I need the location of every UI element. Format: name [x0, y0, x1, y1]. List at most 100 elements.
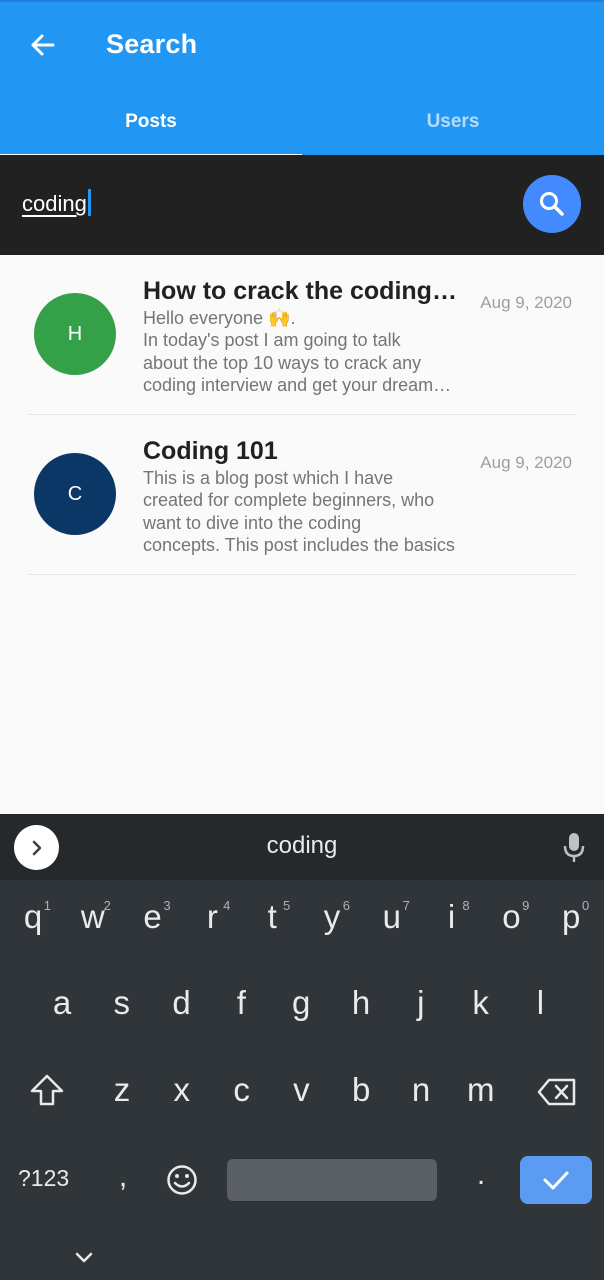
tab-posts[interactable]: Posts [0, 86, 302, 157]
search-bar: coding [0, 155, 604, 255]
space-key[interactable] [227, 1159, 437, 1201]
checkmark-icon [543, 1171, 569, 1190]
key-r[interactable]: r4 [190, 898, 234, 936]
page-title: Search [106, 29, 198, 59]
key-label: c [233, 1071, 250, 1108]
key-p[interactable]: p0 [549, 898, 593, 936]
key-label: v [293, 1071, 310, 1108]
key-hint: 7 [402, 898, 410, 913]
backspace-icon [537, 1078, 576, 1106]
key-o[interactable]: o9 [489, 898, 533, 936]
post-excerpt-line: Hello everyone 🙌. [143, 308, 296, 328]
post-date: Aug 9, 2020 [480, 453, 572, 472]
key-e[interactable]: e3 [131, 898, 175, 936]
key-label: g [292, 984, 311, 1021]
shift-key[interactable] [22, 1073, 72, 1115]
post-list-item[interactable]: C Coding 101 This is a blog post which I… [28, 415, 576, 575]
emoji-icon [167, 1165, 197, 1195]
post-list-item[interactable]: H How to crack the coding interview Hell… [28, 255, 576, 415]
post-excerpt-line: coding interview and get your dream job [143, 374, 455, 395]
key-hint: 9 [522, 898, 530, 913]
key-j[interactable]: j [399, 984, 443, 1022]
key-label: h [351, 984, 371, 1021]
results-list: H How to crack the coding interview Hell… [0, 255, 604, 575]
key-q[interactable]: q1 [11, 898, 55, 936]
chevron-right-icon [32, 840, 41, 855]
comma-key[interactable]: , [108, 1160, 138, 1194]
shift-icon [30, 1074, 64, 1106]
key-label: m [467, 1071, 495, 1108]
key-i[interactable]: i8 [430, 898, 474, 936]
arrow-left-icon [31, 34, 55, 56]
key-label: d [172, 984, 191, 1021]
text-caret [87, 189, 91, 216]
tab-bar: Posts Users [0, 86, 604, 157]
post-excerpt: This is a blog post which I have created… [143, 467, 455, 556]
microphone-button[interactable] [560, 830, 588, 866]
key-c[interactable]: c [220, 1071, 264, 1109]
post-excerpt: Hello everyone 🙌. In today's post I am g… [143, 307, 455, 396]
key-a[interactable]: a [40, 984, 84, 1022]
key-k[interactable]: k [459, 984, 503, 1022]
key-v[interactable]: v [279, 1071, 323, 1109]
key-hint: 5 [282, 898, 291, 913]
key-s[interactable]: s [100, 984, 144, 1022]
avatar: H [34, 293, 116, 375]
avatar: C [34, 453, 116, 535]
backspace-key[interactable] [532, 1077, 582, 1115]
tab-users[interactable]: Users [302, 86, 604, 157]
key-w[interactable]: w2 [71, 898, 115, 936]
key-b[interactable]: b [339, 1071, 383, 1109]
key-f[interactable]: f [219, 984, 263, 1022]
key-l[interactable]: l [518, 984, 562, 1022]
key-label: a [52, 984, 72, 1021]
key-m[interactable]: m [459, 1071, 503, 1109]
post-excerpt-line: concepts. This post includes the basics [143, 534, 455, 555]
post-excerpt-line: want to dive into the coding [143, 512, 362, 533]
key-t[interactable]: t5 [250, 898, 294, 936]
key-hint: 0 [581, 898, 590, 913]
key-n[interactable]: n [399, 1071, 443, 1109]
key-label: b [352, 1071, 371, 1108]
word-suggestion[interactable]: coding [0, 832, 604, 860]
key-g[interactable]: g [279, 984, 323, 1022]
key-label: z [113, 1071, 131, 1108]
key-u[interactable]: u7 [370, 898, 414, 936]
key-label: n [411, 1071, 431, 1108]
search-input[interactable]: coding [22, 189, 91, 217]
key-label: x [173, 1071, 191, 1108]
app-bar: Search Posts Users [0, 0, 604, 157]
back-button[interactable] [22, 28, 62, 62]
key-label: f [236, 984, 246, 1021]
key-d[interactable]: d [160, 984, 204, 1022]
post-excerpt-line: about the top 10 ways to crack any [143, 352, 422, 373]
search-button[interactable] [523, 175, 581, 233]
key-h[interactable]: h [339, 984, 383, 1022]
suggestion-strip: coding [0, 814, 604, 880]
soft-keyboard: coding q1 w2 e3 r4 t5 y6 u7 i8 o9 p0 a s d f g h j k l z x c v… [0, 814, 604, 1280]
enter-key[interactable] [520, 1156, 592, 1204]
keyboard-expand-button[interactable] [14, 825, 59, 870]
symbols-key[interactable]: ?123 [18, 1165, 69, 1192]
key-hint: 2 [103, 898, 111, 913]
post-excerpt-line: This is a blog post which I have [143, 468, 394, 488]
key-z[interactable]: z [100, 1071, 144, 1109]
search-input-value: coding [22, 191, 87, 216]
key-hint: 8 [462, 898, 470, 913]
key-label: k [472, 984, 489, 1021]
microphone-icon [563, 833, 585, 862]
emoji-key[interactable] [164, 1163, 200, 1205]
post-date: Aug 9, 2020 [480, 293, 572, 312]
post-excerpt-line: created for complete beginners, who [143, 490, 435, 511]
key-label: j [417, 984, 425, 1021]
period-key[interactable]: . [468, 1158, 494, 1192]
key-label: s [113, 984, 131, 1021]
search-icon [540, 192, 564, 216]
hide-keyboard-button[interactable] [72, 1250, 96, 1271]
chevron-down-icon [75, 1252, 93, 1263]
key-hint: 3 [163, 898, 171, 913]
key-hint: 6 [342, 898, 350, 913]
key-y[interactable]: y6 [310, 898, 354, 936]
key-x[interactable]: x [160, 1071, 204, 1109]
key-hint: 1 [43, 898, 51, 913]
